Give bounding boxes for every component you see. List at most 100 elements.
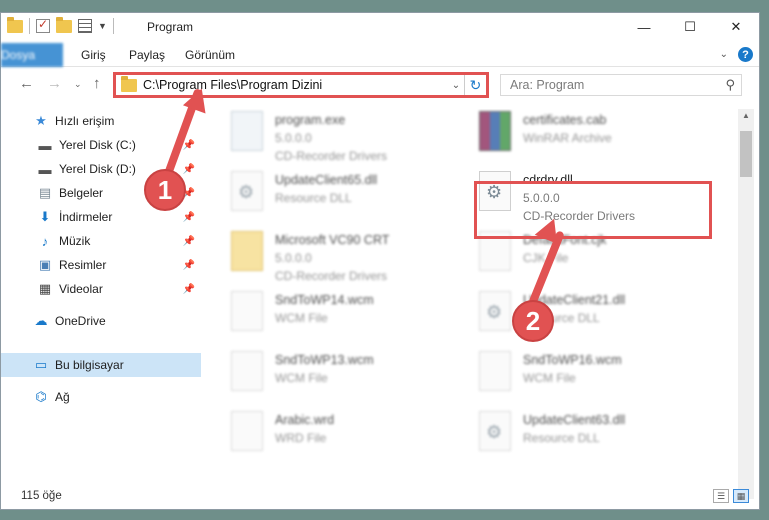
help-icon[interactable]: ?: [738, 47, 753, 62]
tab-view[interactable]: Görünüm: [173, 43, 247, 67]
address-bar[interactable]: C:\Program Files\Program Dizini ⌄ ↻: [113, 72, 489, 98]
customize-icon[interactable]: [78, 19, 92, 33]
file-name: UpdateClient65.dll: [275, 173, 378, 187]
details-view-icon[interactable]: ☰: [713, 489, 729, 503]
sidebar-item-network[interactable]: ⌬ Ağ: [1, 385, 201, 409]
new-folder-icon[interactable]: [56, 16, 72, 33]
file-version: 5.0.0.0: [275, 131, 312, 145]
pin-icon[interactable]: 📌: [183, 284, 195, 295]
download-icon: ⬇: [39, 209, 51, 224]
search-icon[interactable]: ⚲: [725, 75, 735, 95]
refresh-icon[interactable]: ↻: [464, 75, 486, 95]
chevron-down-icon[interactable]: ⌄: [448, 80, 464, 91]
list-item[interactable]: SndToWP13.wcm WCM File: [231, 351, 374, 391]
title-bar: ▼ Program — ☐ ✕: [1, 13, 759, 43]
list-item[interactable]: Microsoft VC90 CRT 5.0.0.0 CD-Recorder Dri…: [231, 231, 389, 285]
file-name: certificates.cab: [523, 113, 607, 127]
sidebar-item-label: Resimler: [59, 258, 107, 272]
window-title: Program: [147, 20, 194, 34]
scroll-up-icon[interactable]: ▲: [738, 109, 754, 123]
ribbon-right: ⌄ ?: [720, 47, 753, 62]
list-item[interactable]: SndToWP14.wcm WCM File: [231, 291, 374, 331]
file-name: UpdateClient63.dll: [523, 413, 626, 427]
search-input[interactable]: Ara: Program ⚲: [500, 74, 742, 96]
folder-icon: [231, 231, 263, 271]
sidebar-item-pictures[interactable]: ▣ Resimler 📌: [1, 253, 201, 277]
chevron-down-icon[interactable]: ▼: [98, 21, 107, 31]
drive-icon: ▬: [38, 161, 52, 177]
file-icon: [231, 291, 263, 331]
window-controls: — ☐ ✕: [621, 13, 759, 41]
file-type: WCM File: [275, 311, 328, 325]
list-item[interactable]: certificates.cab WinRAR Archive: [479, 111, 612, 151]
file-type: CJK File: [523, 251, 569, 265]
explorer-window: ▼ Program — ☐ ✕ Dosya Giriş Paylaş Görün…: [0, 12, 760, 510]
status-bar: 115 öğe ☰ ▦: [1, 485, 759, 509]
file-description: CD-Recorder Drivers: [275, 149, 388, 163]
close-button[interactable]: ✕: [713, 13, 759, 41]
file-type: WinRAR Archive: [523, 131, 612, 145]
file-version: 5.0.0.0: [275, 251, 312, 265]
navigation-bar: ← → ⌄ ↑ C:\Program Files\Program Dizini …: [1, 69, 759, 101]
file-type: WRD File: [275, 431, 327, 445]
tab-file[interactable]: Dosya: [1, 43, 63, 67]
list-item[interactable]: Arabic.wrd WRD File: [231, 411, 334, 451]
tab-share[interactable]: Paylaş: [117, 43, 177, 67]
list-item[interactable]: UpdateClient63.dll Resource DLL: [479, 411, 625, 451]
quick-access-toolbar: ▼: [7, 16, 114, 34]
pin-icon[interactable]: 📌: [183, 212, 195, 223]
sidebar-item-onedrive[interactable]: ☁ OneDrive: [1, 309, 201, 333]
sidebar-item-label: Videolar: [59, 282, 103, 296]
pin-icon[interactable]: 📌: [183, 164, 195, 175]
vertical-scrollbar[interactable]: ▲ ▼: [738, 109, 754, 499]
documents-icon: ▤: [38, 185, 52, 200]
recent-chevron-icon[interactable]: ⌄: [74, 79, 82, 90]
pin-icon[interactable]: 📌: [183, 236, 195, 247]
dll-icon: [479, 291, 511, 331]
forward-arrow-icon[interactable]: →: [47, 75, 62, 92]
folder-icon: [121, 75, 137, 92]
list-item[interactable]: program.exe 5.0.0.0 CD-Recorder Drivers: [231, 111, 387, 165]
list-item[interactable]: SndToWP16.wcm WCM File: [479, 351, 622, 391]
up-arrow-icon[interactable]: ↑: [93, 75, 101, 92]
sidebar-item-label: Bu bilgisayar: [55, 358, 124, 372]
sidebar-item-label: OneDrive: [55, 314, 106, 328]
properties-check-icon[interactable]: [36, 17, 50, 33]
sidebar-item-label: Hızlı erişim: [55, 114, 115, 128]
list-item[interactable]: UpdateClient65.dll Resource DLL: [231, 171, 377, 211]
sidebar-item-this-pc[interactable]: ▭ Bu bilgisayar: [1, 353, 201, 377]
star-icon: ★: [35, 113, 47, 128]
ribbon-tabs: Dosya Giriş Paylaş Görünüm ⌄ ?: [1, 43, 759, 67]
sidebar-item-label: Müzik: [59, 234, 91, 248]
sidebar-item-videos[interactable]: ▦ Videolar 📌: [1, 277, 201, 301]
item-count: 115 öğe: [21, 490, 62, 502]
minimize-button[interactable]: —: [621, 13, 667, 41]
music-icon: ♪: [41, 233, 49, 249]
sidebar-item-label: Yerel Disk (C:): [59, 138, 136, 152]
sidebar-item-label: Yerel Disk (D:): [59, 162, 136, 176]
pin-icon[interactable]: 📌: [183, 140, 195, 151]
archive-icon: [479, 111, 511, 151]
scroll-thumb[interactable]: [740, 131, 752, 177]
sidebar-item-label: İndirmeler: [59, 210, 113, 224]
back-arrow-icon[interactable]: ←: [19, 75, 34, 92]
sidebar-item-label: Belgeler: [59, 186, 104, 200]
sidebar-item-quick-access[interactable]: ★ Hızlı erişim: [1, 109, 201, 133]
pin-icon[interactable]: 📌: [183, 260, 195, 271]
computer-icon: ▭: [34, 357, 48, 372]
video-icon: ▦: [38, 281, 52, 296]
sidebar-item-music[interactable]: ♪ Müzik 📌: [1, 229, 201, 253]
expand-ribbon-icon[interactable]: ⌄: [720, 49, 728, 60]
callout-badge-2: 2: [512, 300, 554, 342]
exe-icon: [231, 111, 263, 151]
file-type: WCM File: [275, 371, 328, 385]
callout-badge-1: 1: [144, 169, 186, 211]
tab-home[interactable]: Giriş: [69, 43, 118, 67]
maximize-button[interactable]: ☐: [667, 13, 713, 41]
view-switcher: ☰ ▦: [713, 489, 749, 503]
file-name: Microsoft VC90 CRT: [275, 233, 390, 247]
file-name: Arabic.wrd: [275, 413, 335, 427]
file-name: SndToWP16.wcm: [523, 353, 622, 367]
highlight-box: [474, 181, 712, 239]
tiles-view-icon[interactable]: ▦: [733, 489, 749, 503]
